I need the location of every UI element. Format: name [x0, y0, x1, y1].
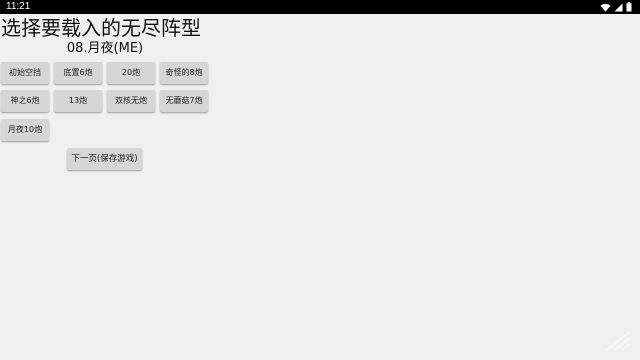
- status-time: 11:21: [6, 1, 31, 12]
- resize-corner-icon: [604, 330, 632, 356]
- status-icons: [600, 2, 632, 12]
- formation-button-20-cannon[interactable]: 20炮: [107, 62, 155, 84]
- formation-button-dual-core-no-cannon[interactable]: 双核无炮: [107, 90, 155, 112]
- formation-button-strange-8-cannon[interactable]: 奇怪的8炮: [160, 62, 208, 84]
- next-page-save-game-button[interactable]: 下一页(保存游戏): [67, 148, 142, 170]
- status-bar: 11:21: [0, 0, 640, 14]
- battery-icon: [626, 2, 632, 12]
- formation-button-13-cannon[interactable]: 13炮: [54, 90, 102, 112]
- page-title: 选择要载入的无尽阵型: [1, 16, 201, 40]
- page-subtitle: 08.月夜(ME): [66, 41, 144, 56]
- formation-button-no-mushroom-7-cannon[interactable]: 无蘑菇7炮: [160, 90, 208, 112]
- signal-icon: [614, 3, 623, 12]
- formation-button-initial-gap[interactable]: 初始空挡: [1, 62, 49, 84]
- formation-button-moon-night-10-cannon[interactable]: 月夜10炮: [1, 119, 49, 141]
- formation-button-bottom-6-cannon[interactable]: 底置6炮: [54, 62, 102, 84]
- formation-button-god-6-cannon[interactable]: 神之6炮: [1, 90, 49, 112]
- wifi-icon: [600, 3, 611, 12]
